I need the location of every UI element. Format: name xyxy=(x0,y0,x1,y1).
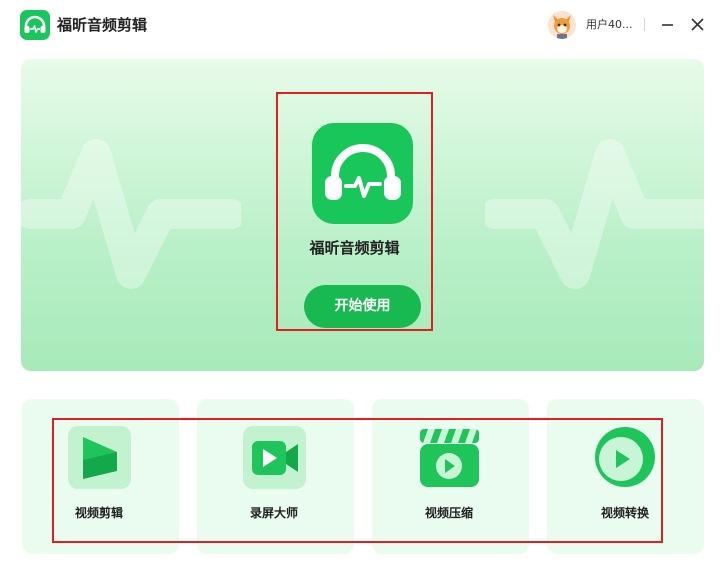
titlebar-divider xyxy=(644,18,645,31)
waveform-decoration xyxy=(485,139,704,289)
minimize-button[interactable] xyxy=(658,14,678,36)
tools-highlight-frame xyxy=(52,418,663,543)
audio-editor-icon xyxy=(312,123,413,224)
waveform-decoration xyxy=(21,139,241,289)
hero-title: 福昕音频剪辑 xyxy=(309,239,400,257)
title-bar: 福昕音频剪辑 用户40... xyxy=(0,0,720,50)
close-button[interactable] xyxy=(688,14,708,36)
close-icon xyxy=(691,18,704,31)
start-button[interactable]: 开始使用 xyxy=(304,285,421,328)
minimize-icon xyxy=(662,24,673,26)
app-logo-icon xyxy=(20,10,50,40)
user-avatar[interactable] xyxy=(548,11,576,39)
app-title: 福昕音频剪辑 xyxy=(57,16,148,34)
username[interactable]: 用户40... xyxy=(586,17,633,33)
